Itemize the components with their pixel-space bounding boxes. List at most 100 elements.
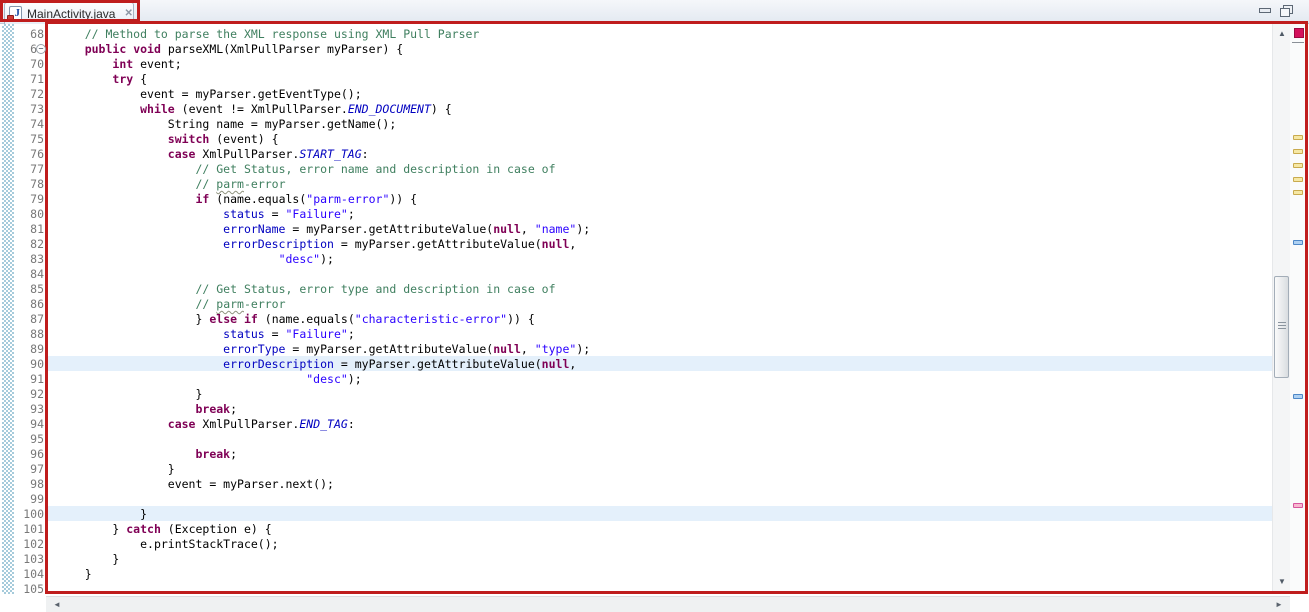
code-editor[interactable]: // Method to parse the XML response usin… <box>48 24 1272 594</box>
overview-ruler[interactable] <box>1290 24 1309 592</box>
overview-marker-blue[interactable] <box>1293 240 1303 245</box>
code-token: break <box>195 402 230 416</box>
tab-close-icon[interactable]: ✕ <box>124 8 132 19</box>
code-token: event = myParser.getEventType(); <box>140 87 362 101</box>
code-token: errorName <box>223 222 285 236</box>
code-token <box>57 282 195 296</box>
line-number: 86 <box>14 297 44 312</box>
code-token: ); <box>320 252 334 266</box>
code-token: // Get Status, error name and descriptio… <box>195 162 555 176</box>
code-line: } <box>57 387 590 402</box>
code-token: : <box>362 147 369 161</box>
code-lines: // Method to parse the XML response usin… <box>57 27 590 594</box>
code-token <box>57 387 195 401</box>
code-line: errorName = myParser.getAttributeValue(n… <box>57 222 590 237</box>
line-number-gutter[interactable]: 6869707172737475767778798081828384858687… <box>14 27 44 597</box>
java-file-icon: J <box>9 6 22 21</box>
code-token <box>57 552 112 566</box>
vertical-scrollbar-thumb[interactable] <box>1274 276 1289 378</box>
scroll-down-icon[interactable]: ▼ <box>1273 574 1291 590</box>
code-token <box>57 537 140 551</box>
code-token: case <box>168 417 196 431</box>
line-number: 68 <box>14 27 44 42</box>
code-token: "Failure" <box>286 327 348 341</box>
code-token <box>237 312 244 326</box>
code-token <box>57 477 168 491</box>
code-token <box>57 342 223 356</box>
line-number: 71 <box>14 72 44 87</box>
code-line: } else if (name.equals("characteristic-e… <box>57 312 590 327</box>
code-token: ); <box>348 372 362 386</box>
overview-marker-blue[interactable] <box>1293 394 1303 399</box>
code-token: XmlPullParser. <box>195 417 299 431</box>
overview-marker-yellow[interactable] <box>1293 135 1303 140</box>
code-line: int event; <box>57 57 590 72</box>
code-token: XmlPullParser. <box>195 147 299 161</box>
code-line: errorDescription = myParser.getAttribute… <box>57 357 590 372</box>
code-token: = myParser.getAttributeValue( <box>285 342 493 356</box>
line-number: 83 <box>14 252 44 267</box>
line-number: 97 <box>14 462 44 477</box>
line-number: 103 <box>14 552 44 567</box>
code-token: case <box>168 147 196 161</box>
overview-marker-yellow[interactable] <box>1293 190 1303 195</box>
code-token: // Get Status, error type and descriptio… <box>195 282 555 296</box>
code-token: switch <box>168 132 210 146</box>
code-line: break; <box>57 402 590 417</box>
code-token: -error <box>244 297 286 311</box>
code-line: status = "Failure"; <box>57 327 590 342</box>
java-file-icon-letter: J <box>15 7 21 19</box>
overview-marker-pink[interactable] <box>1293 503 1303 508</box>
code-token: END_TAG <box>299 417 347 431</box>
tab-mainactivity-java[interactable]: J MainActivity.java ✕ <box>4 2 134 24</box>
code-token: (name.equals( <box>209 192 306 206</box>
line-number: 96 <box>14 447 44 462</box>
code-line: } <box>57 567 590 582</box>
code-token <box>57 87 140 101</box>
line-number: 102 <box>14 537 44 552</box>
restore-view-icon[interactable] <box>1279 5 1293 16</box>
code-token <box>57 507 140 521</box>
overview-marker-yellow[interactable] <box>1293 149 1303 154</box>
code-token <box>57 57 112 71</box>
code-token: : <box>348 417 355 431</box>
code-token <box>57 312 195 326</box>
code-line: errorType = myParser.getAttributeValue(n… <box>57 342 590 357</box>
code-line: errorDescription = myParser.getAttribute… <box>57 237 590 252</box>
code-token: e.printStackTrace(); <box>140 537 278 551</box>
overview-marker-yellow[interactable] <box>1293 177 1303 182</box>
code-token: = <box>265 207 286 221</box>
code-line: case XmlPullParser.START_TAG: <box>57 147 590 162</box>
code-line: break; <box>57 447 590 462</box>
code-token <box>57 117 168 131</box>
code-line: "desc"); <box>57 252 590 267</box>
scroll-up-icon[interactable]: ▲ <box>1273 26 1291 42</box>
code-line: event = myParser.getEventType(); <box>57 87 590 102</box>
code-token: "name" <box>535 222 577 236</box>
overview-header-indicator[interactable] <box>1294 28 1304 38</box>
code-token: "desc" <box>279 252 321 266</box>
code-token: errorDescription <box>223 357 334 371</box>
code-token <box>57 147 168 161</box>
vertical-scrollbar[interactable]: ▲ ▼ <box>1272 24 1290 592</box>
code-token: , <box>521 342 535 356</box>
scroll-left-icon[interactable]: ◄ <box>50 597 64 612</box>
horizontal-scrollbar[interactable]: ◄ ► <box>46 596 1290 612</box>
code-token: -error <box>244 177 286 191</box>
minimize-view-icon[interactable] <box>1258 5 1272 16</box>
scroll-right-icon[interactable]: ► <box>1272 597 1286 612</box>
line-number: 99 <box>14 492 44 507</box>
code-line: // Method to parse the XML response usin… <box>57 27 590 42</box>
code-token: } <box>85 567 92 581</box>
code-token: // <box>195 297 216 311</box>
overview-marker-yellow[interactable] <box>1293 163 1303 168</box>
code-token: )) { <box>389 192 417 206</box>
code-token: } <box>112 552 119 566</box>
line-number: 78 <box>14 177 44 192</box>
line-number: 105 <box>14 582 44 597</box>
line-number: 92 <box>14 387 44 402</box>
overview-ruler-separator <box>1292 42 1304 43</box>
code-line: while (event != XmlPullParser.END_DOCUME… <box>57 102 590 117</box>
fold-collapse-icon[interactable]: − <box>36 44 46 54</box>
code-token: if <box>244 312 258 326</box>
